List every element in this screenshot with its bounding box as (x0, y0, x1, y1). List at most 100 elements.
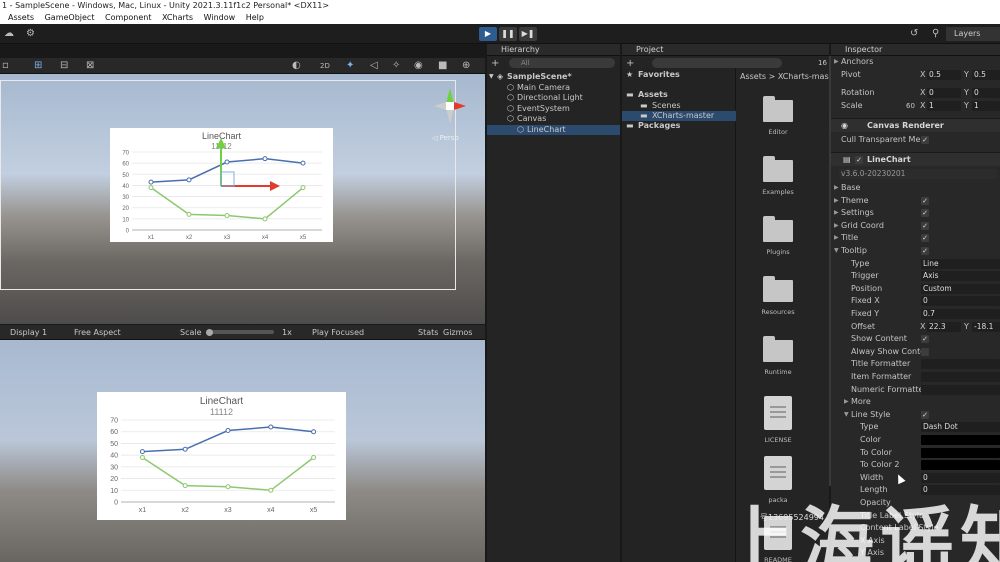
menu-assets[interactable]: Assets (8, 12, 34, 24)
data-point[interactable] (139, 449, 145, 455)
inspector-tab[interactable]: Inspector (831, 44, 1000, 56)
search-icon[interactable]: ⚲ (932, 28, 939, 40)
inspector-checkbox[interactable] (921, 347, 929, 356)
cloud-icon[interactable]: ☁ (4, 28, 14, 40)
inspector-field[interactable] (921, 384, 1000, 395)
project-tree-item[interactable]: ▬ Packages (622, 121, 736, 131)
hierarchy-item[interactable]: ⬡ Main Camera (487, 83, 620, 93)
orientation-gizmo[interactable] (430, 84, 470, 132)
data-point[interactable] (182, 483, 188, 489)
cull-checkbox[interactable]: ✓ (921, 136, 929, 144)
canvas-renderer-header[interactable]: ◉ Canvas Renderer (831, 118, 1000, 132)
scale-x-field[interactable]: 1 (927, 101, 961, 111)
pivot-x-field[interactable]: 0.5 (927, 70, 961, 80)
move-gizmo[interactable] (200, 136, 290, 196)
inspector-field[interactable]: Line (921, 258, 1000, 269)
inspector-checkbox[interactable]: ✓ (921, 221, 929, 230)
inspector-checkbox[interactable]: ✓ (921, 209, 929, 218)
layers-dropdown[interactable]: Layers (946, 27, 1000, 41)
data-point[interactable] (186, 211, 192, 217)
project-tree-item[interactable]: ★ Favorites (622, 70, 736, 80)
display-dropdown[interactable]: Display 1 (10, 325, 47, 340)
data-point[interactable] (186, 177, 192, 183)
data-point[interactable] (225, 428, 231, 434)
inspector-field[interactable] (921, 372, 1000, 382)
menu-help[interactable]: Help (246, 12, 264, 24)
color-field[interactable] (921, 460, 1000, 471)
fold-arrow-icon[interactable]: ▶ (834, 182, 839, 194)
data-point[interactable] (182, 446, 188, 452)
shading-mode-icon[interactable]: ◐ (292, 60, 301, 72)
fold-arrow-icon[interactable]: ▼ (844, 409, 849, 421)
inspector-field[interactable]: Custom (921, 283, 1000, 294)
pivot-y-field[interactable]: 0.5 (972, 70, 1000, 80)
fold-arrow-icon[interactable]: ▶ (834, 195, 839, 207)
scene-view[interactable]: LineChart 11112 706050403020100x1x2x3x4x… (0, 74, 485, 324)
data-point[interactable] (300, 160, 306, 166)
expand-arrow-icon[interactable]: ▼ (489, 72, 494, 82)
step-button[interactable]: ▶❚ (519, 27, 537, 41)
data-point[interactable] (268, 424, 274, 430)
anchors-row[interactable]: ▶ Anchors (831, 56, 1000, 68)
project-tree-item[interactable]: ▬ XCharts-master (622, 111, 736, 121)
fold-arrow-icon[interactable]: ▶ (834, 232, 839, 244)
pause-button[interactable]: ❚❚ (499, 27, 517, 41)
rotation-y-field[interactable]: 0 (972, 88, 1000, 98)
fold-arrow-icon[interactable]: ▶ (844, 396, 849, 408)
hidden-objects-icon[interactable]: ◉ (414, 60, 423, 72)
asset-item[interactable]: Runtime (752, 336, 804, 376)
asset-item[interactable]: Resources (752, 276, 804, 316)
data-point[interactable] (148, 179, 154, 185)
menu-gameobject[interactable]: GameObject (45, 12, 95, 24)
effects-icon[interactable]: ✧ (392, 60, 400, 72)
inspector-field[interactable]: Dash Dot (921, 422, 1000, 433)
hierarchy-item[interactable]: ⬡ Directional Light (487, 93, 620, 103)
inspector-checkbox[interactable]: ✓ (921, 247, 929, 255)
data-point[interactable] (311, 429, 317, 435)
audio-icon[interactable]: ◁ (370, 60, 378, 72)
data-point[interactable] (268, 487, 274, 493)
linechart-component-header[interactable]: ▤ ✓ LineChart (831, 152, 1000, 166)
hierarchy-item[interactable]: ⬡ Canvas (487, 114, 620, 124)
data-point[interactable] (224, 213, 230, 219)
asset-item[interactable]: LICENSE (752, 396, 804, 444)
asset-item[interactable]: Plugins (752, 216, 804, 256)
hierarchy-item[interactable]: ⬡ LineChart (487, 124, 620, 135)
camera-icon[interactable]: ■ (438, 60, 447, 72)
data-point[interactable] (311, 454, 317, 460)
data-point[interactable] (262, 216, 268, 222)
mode-2d-toggle[interactable]: 2D (320, 60, 330, 72)
play-button[interactable]: ▶ (479, 27, 497, 41)
data-point[interactable] (225, 484, 231, 490)
hierarchy-item[interactable]: ▼ ◈ SampleScene* (487, 72, 620, 82)
scale-slider-handle[interactable] (206, 329, 213, 336)
inspector-checkbox[interactable]: ✓ (921, 234, 929, 243)
menu-component[interactable]: Component (105, 12, 151, 24)
inspector-field[interactable]: 0 (921, 296, 1000, 307)
collab-icon[interactable]: ⚙ (26, 28, 35, 40)
increment-snap-icon[interactable]: ⊠ (86, 60, 94, 72)
grid-snap-icon[interactable]: ⊞ (34, 60, 42, 72)
offset-y-field[interactable]: -18.1 (972, 321, 1000, 332)
project-breadcrumb[interactable]: Assets > XCharts-master (740, 72, 840, 81)
snap-icon[interactable]: ⊟ (60, 60, 68, 72)
hierarchy-item[interactable]: ⬡ EventSystem (487, 104, 620, 114)
fold-arrow-icon[interactable]: ▼ (834, 245, 839, 257)
fold-arrow-icon[interactable]: ▶ (834, 220, 839, 232)
project-tree-item[interactable]: ▬ Assets (622, 90, 736, 100)
gizmos-button[interactable]: Gizmos (443, 325, 472, 340)
play-focused-dropdown[interactable]: Play Focused (312, 325, 364, 340)
asset-item[interactable]: Examples (752, 156, 804, 196)
lighting-icon[interactable]: ✦ (346, 60, 354, 72)
color-field[interactable] (921, 435, 1000, 445)
stats-button[interactable]: Stats (418, 325, 438, 340)
game-line-chart[interactable]: LineChart 11112 70 60 50 40 30 20 10 0 x1 x2 x3 x4 x… (97, 392, 346, 520)
aspect-dropdown[interactable]: Free Aspect (74, 325, 121, 340)
asset-item[interactable]: Editor (752, 96, 804, 136)
hierarchy-search[interactable]: All (509, 58, 615, 68)
project-tree-item[interactable]: ▬ Scenes (622, 101, 736, 111)
gizmos-icon[interactable]: ⊕ (462, 60, 470, 72)
inspector-checkbox[interactable]: ✓ (921, 196, 929, 205)
persp-label[interactable]: ◁ Persp (432, 134, 459, 142)
inspector-checkbox[interactable]: ✓ (921, 410, 929, 419)
